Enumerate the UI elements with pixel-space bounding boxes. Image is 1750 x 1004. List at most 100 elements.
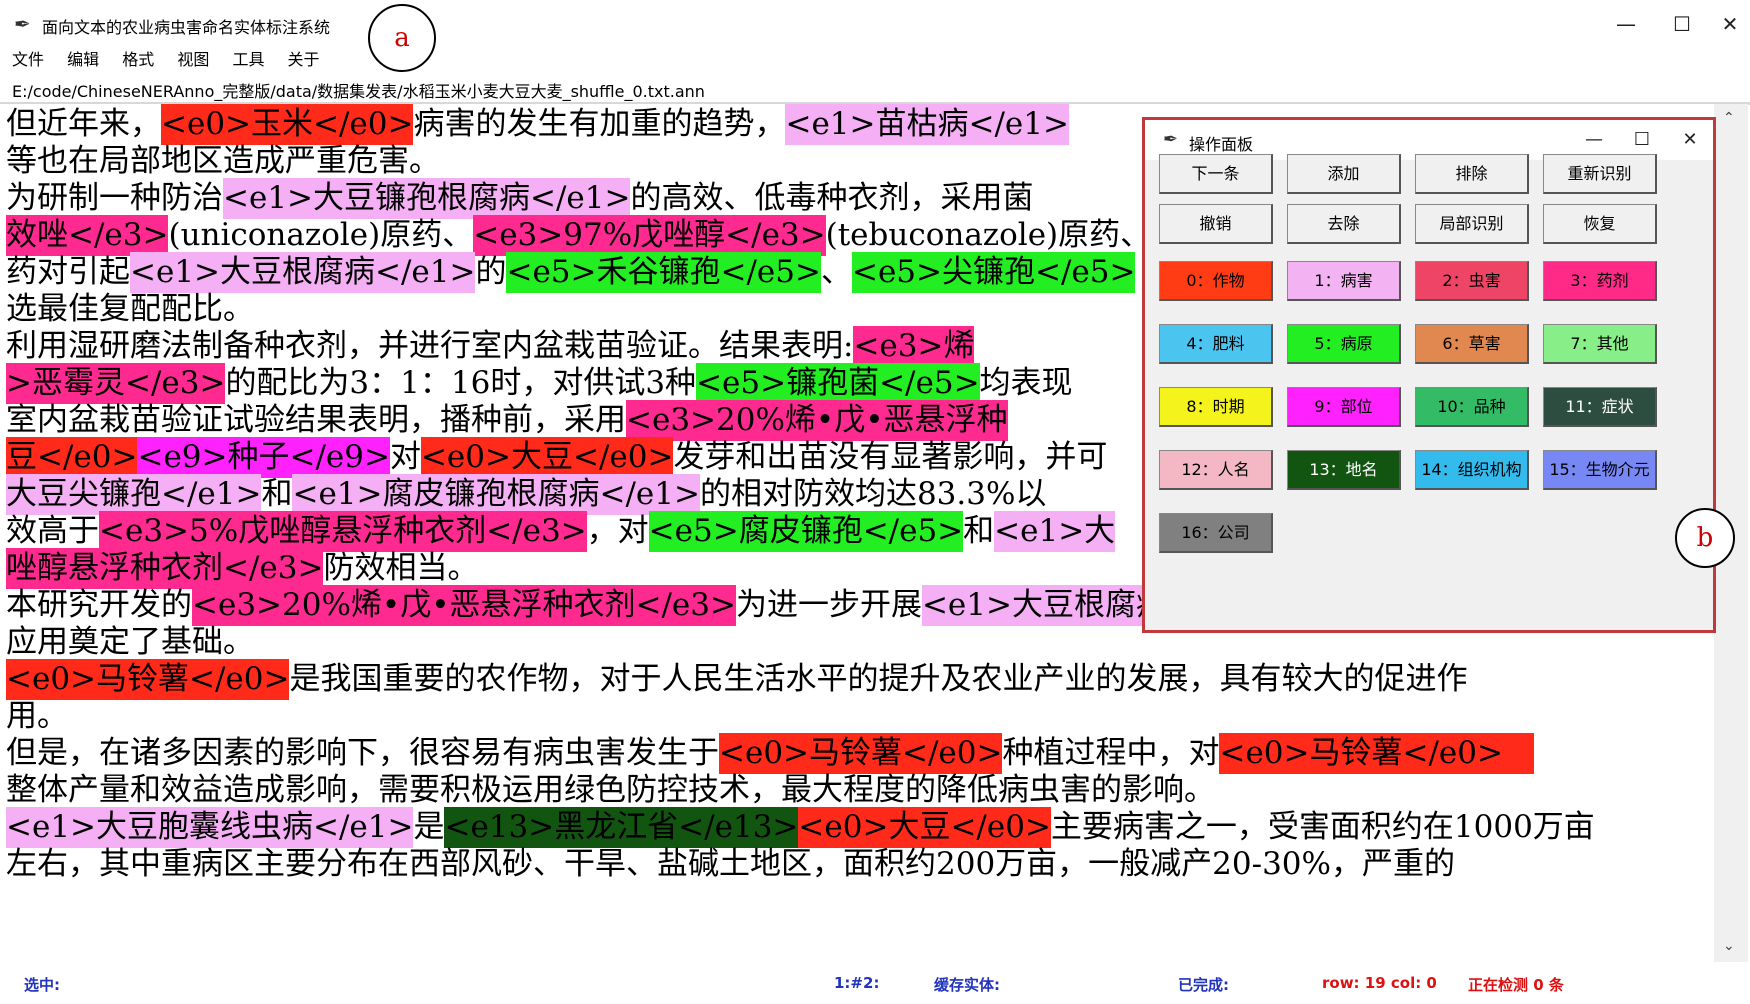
menu-tools[interactable]: 工具	[232, 46, 264, 74]
panel-button[interactable]: 14：组织机构	[1415, 450, 1529, 490]
plain-text: 选最佳复配配比。	[6, 291, 254, 327]
entity-annotation: >恶霉灵</e3>	[6, 363, 226, 404]
entity-annotation: <e1>大豆胞囊线虫病</e1>	[6, 807, 414, 848]
plain-text: 主要病害之一，受害面积约在1000万亩	[1050, 809, 1595, 845]
menu-view[interactable]: 视图	[177, 46, 209, 74]
panel-button[interactable]: 重新识别	[1543, 154, 1657, 194]
text-line: 药对引起<e1>大豆根腐病</e1>的<e5>禾谷镰孢</e5>、<e5>尖镰孢…	[6, 252, 1136, 293]
menu-format[interactable]: 格式	[122, 46, 154, 74]
plain-text: 病害的发生有加重的趋势，	[413, 106, 786, 142]
panel-button[interactable]: 去除	[1287, 204, 1401, 244]
panel-button[interactable]: 15：生物介元	[1543, 450, 1657, 490]
file-path: E:/code/ChineseNERAnno_完整版/data/数据集发表/水稻…	[12, 82, 705, 101]
text-line: 用。	[6, 696, 68, 737]
plain-text: 效高于	[6, 513, 99, 549]
menu-bar: 文件 编辑 格式 视图 工具 关于	[0, 46, 1750, 74]
status-detecting: 正在检测 0 条	[1468, 976, 1564, 994]
plain-text: 的配比为3：1：16时，对供试3种	[225, 365, 697, 401]
panel-button[interactable]: 添加	[1287, 154, 1401, 194]
panel-button[interactable]: 局部识别	[1415, 204, 1529, 244]
plain-text: 等也在局部地区造成严重危害。	[6, 143, 440, 179]
plain-text: 的相对防效均达83.3%以	[699, 476, 1047, 512]
plain-text: 但近年来，	[6, 106, 161, 142]
plain-text: ，对	[586, 513, 649, 549]
maximize-icon[interactable]: ☐	[1664, 8, 1700, 40]
text-line: 但是，在诸多因素的影响下，很容易有病虫害发生于<e0>马铃薯</e0>种植过程中…	[6, 733, 1534, 774]
text-line: 整体产量和效益造成影响，需要积极运用绿色防控技术，最大程度的降低病虫害的影响。	[6, 770, 1215, 811]
plain-text: 应用奠定了基础。	[6, 624, 254, 660]
text-line: 应用奠定了基础。	[6, 622, 254, 663]
plain-text: 用。	[6, 698, 68, 734]
status-row-col: row: 19 col: 0	[1322, 974, 1437, 992]
panel-button[interactable]: 下一条	[1159, 154, 1273, 194]
panel-button[interactable]: 1：病害	[1287, 261, 1401, 301]
panel-button[interactable]: 0：作物	[1159, 261, 1273, 301]
entity-annotation: <e3>20%烯•戊•恶悬浮种	[626, 400, 1008, 441]
panel-button[interactable]: 11：症状	[1543, 387, 1657, 427]
text-line: 效唑</e3>(uniconazole)原药、<e3>97%戊唑醇</e3>(t…	[6, 215, 1151, 256]
plain-text: 防效相当。	[323, 550, 479, 586]
panel-minimize-icon[interactable]: —	[1577, 124, 1611, 156]
entity-annotation: <e9>种子</e9>	[137, 437, 390, 478]
entity-annotation: 效唑</e3>	[6, 215, 169, 256]
panel-button[interactable]: 16：公司	[1159, 513, 1273, 553]
entity-annotation: <e0>大豆</e0>	[420, 437, 674, 478]
scroll-up-icon[interactable]: ⌃	[1723, 110, 1735, 126]
entity-annotation: 大豆尖镰孢</e1>	[6, 474, 262, 515]
main-window: ✒ 面向文本的农业病虫害命名实体标注系统 — ☐ ✕ a 文件 编辑 格式 视图…	[0, 0, 1750, 1004]
menu-edit[interactable]: 编辑	[67, 46, 99, 74]
operation-panel: ✒ 操作面板 — ☐ ✕ 下一条 添加 排除 重新识别 撤销 去除 局部识别 恢复 0：作物 1：…	[1142, 117, 1735, 633]
panel-button[interactable]: 2：虫害	[1415, 261, 1529, 301]
panel-button[interactable]: 3：药剂	[1543, 261, 1657, 301]
window-title: 面向文本的农业病虫害命名实体标注系统	[42, 18, 331, 37]
minimize-icon[interactable]: —	[1608, 8, 1644, 40]
panel-button[interactable]: 10：品种	[1415, 387, 1529, 427]
plain-text: 种植过程中，对	[1002, 735, 1220, 771]
close-icon[interactable]: ✕	[1712, 8, 1748, 40]
panel-maximize-icon[interactable]: ☐	[1625, 124, 1659, 156]
entity-annotation: <e13>黑龙江省</e13>	[444, 807, 799, 848]
entity-annotation: <e3>97%戊唑醇</e3>	[473, 215, 826, 256]
text-line: <e0>马铃薯</e0>是我国重要的农作物，对于人民生活水平的提升及农业产业的发…	[6, 659, 1467, 700]
text-line: 但近年来，<e0>玉米</e0>病害的发生有加重的趋势，<e1>苗枯病</e1>	[6, 104, 1069, 145]
text-line: 豆</e0><e9>种子</e9>对<e0>大豆</e0>发芽和出苗没有显著影响…	[6, 437, 1107, 478]
panel-button[interactable]: 5：病原	[1287, 324, 1401, 364]
menu-file[interactable]: 文件	[12, 46, 44, 74]
entity-annotation: <e3>5%戊唑醇悬浮种衣剂</e3>	[99, 511, 587, 552]
plain-text: 为研制一种防治	[6, 180, 223, 216]
panel-button[interactable]: 13：地名	[1287, 450, 1401, 490]
plain-text: 但是，在诸多因素的影响下，很容易有病虫害发生于	[6, 735, 719, 771]
panel-close-icon[interactable]: ✕	[1673, 124, 1707, 156]
panel-button[interactable]: 6：草害	[1415, 324, 1529, 364]
entity-annotation: <e0>马铃薯</e0>	[719, 733, 1003, 774]
text-line: <e1>大豆胞囊线虫病</e1>是<e13>黑龙江省</e13><e0>大豆</…	[6, 807, 1595, 848]
entity-annotation: <e0>大豆</e0>	[798, 807, 1051, 848]
app-feather-icon: ✒	[14, 12, 31, 36]
panel-button[interactable]: 排除	[1415, 154, 1529, 194]
entity-annotation: <e1>苗枯病</e1>	[785, 104, 1069, 145]
text-line: 效高于<e3>5%戊唑醇悬浮种衣剂</e3>，对<e5>腐皮镰孢</e5>和<e…	[6, 511, 1116, 552]
menu-about[interactable]: 关于	[288, 46, 320, 74]
entity-annotation: <e5>尖镰孢</e5>	[851, 252, 1136, 293]
plain-text: 和	[963, 513, 995, 549]
entity-annotation: <e0>马铃薯</e0>	[6, 659, 290, 700]
text-line: 大豆尖镰孢</e1>和<e1>腐皮镰孢根腐病</e1>的相对防效均达83.3%以	[6, 474, 1046, 515]
plain-text: 左右，其中重病区主要分布在西部风砂、干旱、盐碱土地区，面积约200万亩，一般减产…	[6, 846, 1455, 882]
plain-text: 对	[389, 439, 421, 475]
scroll-down-icon[interactable]: ⌄	[1723, 938, 1735, 954]
panel-button[interactable]: 12：人名	[1159, 450, 1273, 490]
panel-button[interactable]: 9：部位	[1287, 387, 1401, 427]
plain-text: 为进一步开展	[735, 587, 922, 623]
plain-text: 整体产量和效益造成影响，需要积极运用绿色防控技术，最大程度的降低病虫害的影响。	[6, 772, 1215, 808]
text-line: 唑醇悬浮种衣剂</e3>防效相当。	[6, 548, 478, 589]
entity-annotation: <e1>大豆镰孢根腐病</e1>	[223, 178, 631, 219]
panel-button[interactable]: 撤销	[1159, 204, 1273, 244]
panel-button[interactable]: 8：时期	[1159, 387, 1273, 427]
panel-title: 操作面板	[1189, 135, 1254, 154]
panel-button[interactable]: 4：肥料	[1159, 324, 1273, 364]
panel-button[interactable]: 7：其他	[1543, 324, 1657, 364]
entity-annotation: <e0>玉米</e0>	[161, 104, 414, 145]
plain-text: 利用湿研磨法制备种衣剂，并进行室内盆栽苗验证。结果表明:	[6, 328, 854, 364]
entity-annotation: <e1>腐皮镰孢根腐病</e1>	[292, 474, 700, 515]
panel-button[interactable]: 恢复	[1543, 204, 1657, 244]
